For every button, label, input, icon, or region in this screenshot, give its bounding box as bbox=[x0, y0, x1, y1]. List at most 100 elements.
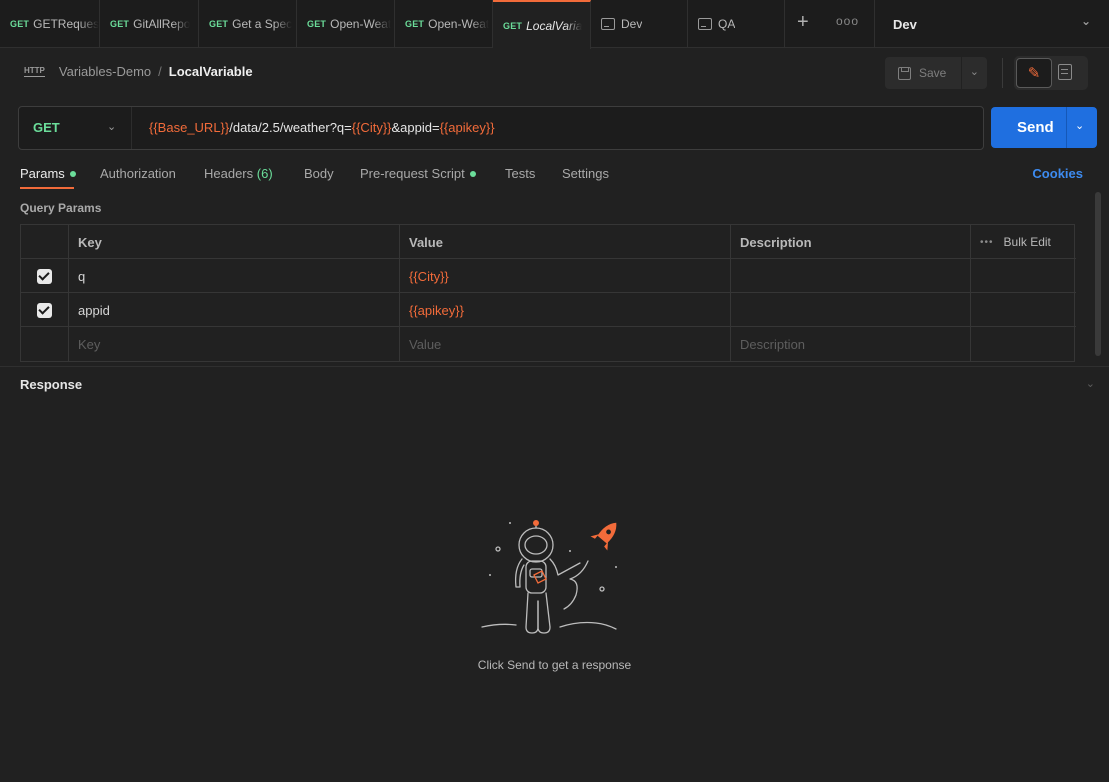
request-tab[interactable]: GET Get a Spec bbox=[199, 0, 297, 48]
http-icon: HTTP bbox=[24, 66, 45, 77]
active-tab-underline bbox=[20, 187, 74, 189]
tab-tests[interactable]: Tests bbox=[505, 166, 535, 181]
save-label: Save bbox=[919, 66, 947, 80]
header-checkbox-cell bbox=[21, 225, 69, 259]
documentation-icon[interactable] bbox=[1058, 64, 1072, 80]
headers-count: (6) bbox=[256, 166, 273, 181]
response-divider bbox=[0, 366, 1109, 367]
url-variable: {{Base_URL}} bbox=[149, 120, 230, 135]
new-key-input[interactable]: Key bbox=[69, 327, 400, 361]
method-badge: GET bbox=[405, 19, 425, 29]
table-row: q {{City}} bbox=[21, 259, 1076, 293]
url-input[interactable]: {{Base_URL}}/data/2.5/weather?q={{City}}… bbox=[149, 120, 495, 135]
request-tab[interactable]: GET Open-Weat bbox=[297, 0, 395, 48]
checkbox-checked[interactable] bbox=[37, 302, 52, 318]
tab-params[interactable]: Params bbox=[20, 166, 76, 181]
save-divider bbox=[961, 57, 962, 89]
url-variable: {{apikey}} bbox=[439, 120, 495, 135]
param-value[interactable]: {{City}} bbox=[400, 259, 731, 293]
breadcrumb-collection[interactable]: Variables-Demo bbox=[59, 64, 151, 79]
view-mode-toggle: ✎ bbox=[1014, 56, 1088, 90]
row-checkbox-cell bbox=[21, 259, 69, 293]
environment-selector[interactable]: Dev ⌄ bbox=[874, 0, 1109, 48]
new-tab-plus-icon[interactable]: + bbox=[797, 12, 809, 32]
chevron-down-icon: ⌄ bbox=[1080, 14, 1091, 28]
send-divider bbox=[1066, 107, 1067, 148]
tab-authorization[interactable]: Authorization bbox=[100, 166, 176, 181]
more-tabs-icon[interactable]: ooo bbox=[836, 14, 859, 28]
environment-tab-dev[interactable]: Dev bbox=[591, 0, 688, 48]
environment-icon bbox=[601, 18, 615, 30]
tab-label: Dev bbox=[621, 17, 643, 31]
tab-headers[interactable]: Headers (6) bbox=[204, 166, 273, 181]
environment-icon bbox=[698, 18, 712, 30]
request-tab[interactable]: GET GitAllRepo bbox=[100, 0, 199, 48]
param-key[interactable]: q bbox=[69, 259, 400, 293]
new-value-input[interactable]: Value bbox=[400, 327, 731, 361]
save-icon bbox=[898, 66, 911, 80]
row-actions-cell bbox=[971, 327, 1076, 361]
param-value[interactable]: {{apikey}} bbox=[400, 293, 731, 327]
url-segment: /data/2.5/weather?q= bbox=[229, 120, 352, 135]
tab-label: Open-Weat bbox=[428, 17, 490, 31]
breadcrumb-request-name[interactable]: LocalVariable bbox=[169, 64, 253, 79]
new-description-input[interactable]: Description bbox=[731, 327, 971, 361]
method-badge: GET bbox=[10, 19, 30, 29]
cookies-link[interactable]: Cookies bbox=[1032, 166, 1083, 181]
breadcrumb-separator: / bbox=[158, 64, 162, 79]
bulk-edit-button[interactable]: ••• Bulk Edit bbox=[971, 225, 1076, 259]
tab-params-label: Params bbox=[20, 166, 65, 181]
tab-settings[interactable]: Settings bbox=[562, 166, 609, 181]
method-badge: GET bbox=[503, 20, 523, 31]
checkbox-checked[interactable] bbox=[37, 268, 52, 284]
environment-selected-label: Dev bbox=[893, 16, 917, 32]
chevron-down-icon[interactable]: ⌄ bbox=[1086, 377, 1095, 390]
tab-label: GitAllRepo bbox=[133, 17, 191, 31]
tab-headers-label: Headers bbox=[204, 166, 254, 181]
param-key[interactable]: appid bbox=[69, 293, 400, 327]
scrollbar[interactable] bbox=[1095, 192, 1101, 356]
tab-label: LocalVaria bbox=[526, 18, 583, 33]
send-label: Send bbox=[1017, 119, 1054, 136]
method-label: GET bbox=[33, 120, 60, 135]
edit-mode-button[interactable]: ✎ bbox=[1016, 58, 1052, 88]
table-row-new: Key Value Description bbox=[21, 327, 1076, 361]
toolbar-divider bbox=[1002, 58, 1003, 88]
tab-label: Get a Spec bbox=[232, 17, 293, 31]
method-badge: GET bbox=[110, 19, 130, 29]
send-button[interactable]: Send ⌄ bbox=[991, 107, 1097, 148]
chevron-down-icon[interactable]: ⌄ bbox=[1075, 119, 1084, 132]
request-tab-active[interactable]: GET LocalVaria bbox=[493, 0, 591, 49]
astronaut-rocket-illustration bbox=[481, 520, 617, 634]
environment-tab-qa[interactable]: QA bbox=[688, 0, 785, 48]
row-actions-cell bbox=[971, 259, 1076, 293]
save-button[interactable]: Save ⌄ bbox=[885, 57, 987, 89]
request-tab[interactable]: GET Open-Weat bbox=[395, 0, 493, 48]
request-tab[interactable]: GET GETRequest bbox=[0, 0, 100, 48]
param-description[interactable] bbox=[731, 293, 971, 327]
bulk-edit-label: Bulk Edit bbox=[1003, 235, 1051, 249]
table-row: appid {{apikey}} bbox=[21, 293, 1076, 327]
tab-prerequest-label: Pre-request Script bbox=[360, 166, 465, 181]
column-header-key: Key bbox=[69, 225, 400, 259]
more-options-icon[interactable]: ••• bbox=[980, 237, 994, 248]
tab-prerequest-script[interactable]: Pre-request Script bbox=[360, 166, 476, 181]
table-header-row: Key Value Description ••• Bulk Edit bbox=[21, 225, 1076, 259]
method-select[interactable]: GET ⌄ bbox=[19, 107, 132, 149]
method-badge: GET bbox=[209, 19, 229, 29]
param-description[interactable] bbox=[731, 259, 971, 293]
active-indicator-dot bbox=[469, 170, 476, 177]
row-checkbox-cell bbox=[21, 327, 69, 361]
url-segment: &appid= bbox=[391, 120, 440, 135]
query-params-table: Key Value Description ••• Bulk Edit q {{… bbox=[20, 224, 1076, 362]
row-actions-cell bbox=[971, 293, 1076, 327]
chevron-down-icon[interactable]: ⌄ bbox=[970, 65, 979, 78]
query-params-title: Query Params bbox=[20, 201, 102, 215]
chevron-down-icon: ⌄ bbox=[107, 121, 117, 133]
url-bar: GET ⌄ {{Base_URL}}/data/2.5/weather?q={{… bbox=[18, 106, 984, 150]
method-badge: GET bbox=[307, 19, 327, 29]
active-indicator-dot bbox=[69, 170, 76, 177]
url-variable: {{City}} bbox=[351, 120, 392, 135]
tab-body[interactable]: Body bbox=[304, 166, 334, 181]
empty-response-message: Click Send to get a response bbox=[477, 658, 632, 672]
